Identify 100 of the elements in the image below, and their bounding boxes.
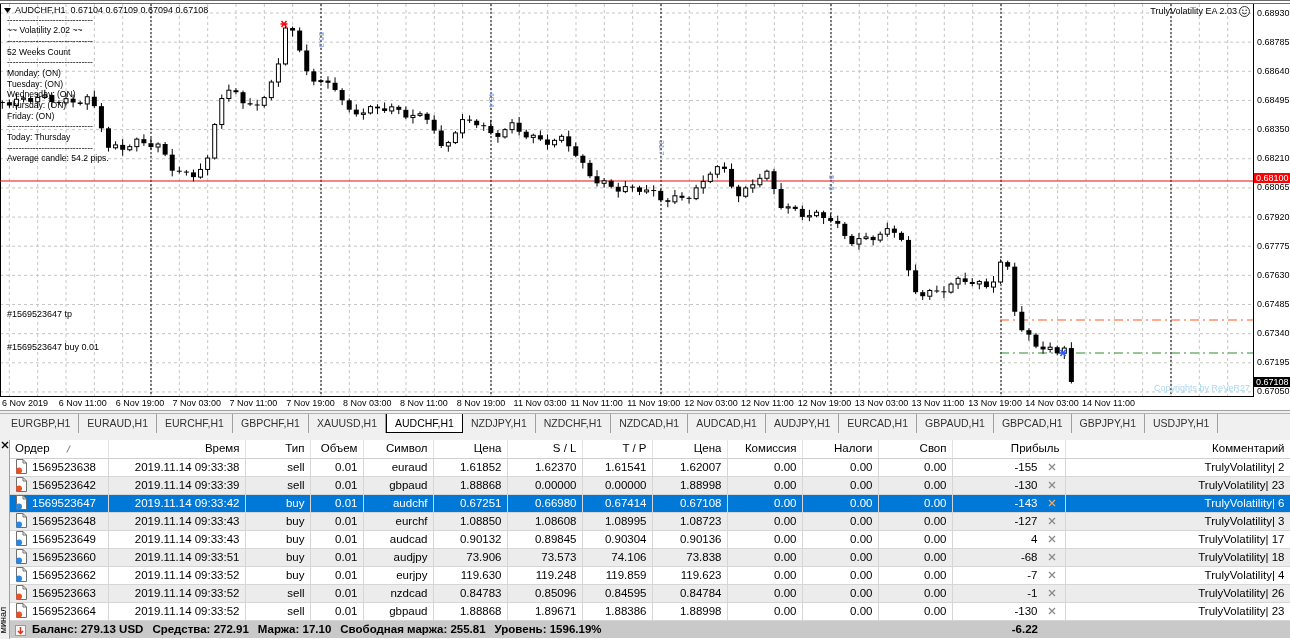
table-row[interactable]: 1569523662 2019.11.14 09:33:52 buy 0.01 eurjpy 119.630 119.248 119.859 119.623 0.00 0.00 0.00 -7 TrulyVolatility| 4	[10, 566, 1290, 584]
table-cell: sell	[245, 602, 310, 620]
column-header[interactable]: S / L	[507, 440, 582, 458]
table-row[interactable]: 1569523648 2019.11.14 09:33:43 buy 0.01 eurchf 1.08850 1.08608 1.08995 1.08723 0.00 0.00 0.00 -127 TrulyVolatility| 3	[10, 512, 1290, 530]
table-cell: 1.62007	[652, 458, 727, 476]
price-label: 0.67340	[1257, 329, 1290, 339]
arrow-down-icon[interactable]	[15, 624, 26, 636]
time-label: 7 Nov 19:00	[286, 397, 336, 410]
column-header[interactable]: Объем	[310, 440, 363, 458]
indicator-text: ------------------------------	[7, 57, 94, 68]
table-cell: 1569523647	[32, 496, 96, 509]
column-header[interactable]: Комиссия	[727, 440, 802, 458]
table-cell: TrulyVolatility| 4	[1065, 566, 1290, 584]
asterisk-icon	[1058, 349, 1068, 357]
indicator-text: ------------------------------	[7, 14, 94, 26]
table-cell: 0.01	[310, 458, 363, 476]
column-header[interactable]: Время	[108, 440, 245, 458]
column-header[interactable]: Налоги	[802, 440, 878, 458]
price-marker: 0.68100	[1254, 173, 1290, 183]
table-cell: 2019.11.14 09:33:52	[108, 602, 245, 620]
time-label: 6 Nov 19:00	[115, 397, 166, 410]
table-cell: -130	[1014, 604, 1038, 617]
table-cell: 0.01	[310, 602, 363, 620]
document-icon	[15, 494, 28, 510]
order-line-label: #1569523647 buy 0.01	[7, 342, 100, 353]
table-row[interactable]: 1569523663 2019.11.14 09:33:52 sell 0.01 nzdcad 0.84783 0.85096 0.84595 0.84784 0.00 0.00 0.00 -1 TrulyVolatility| 26	[10, 584, 1290, 602]
table-cell: 0.90304	[582, 530, 652, 548]
order-line-label: #1569523647 tp	[7, 309, 73, 320]
column-header[interactable]: Цена	[652, 440, 727, 458]
indicator-text: Monday: (ON)	[7, 67, 62, 79]
column-header[interactable]: Тип	[245, 440, 310, 458]
sort-icon[interactable]	[65, 445, 71, 454]
table-cell: gbpaud	[363, 602, 433, 620]
close-icon[interactable]	[1, 441, 9, 449]
table-cell: TrulyVolatility| 2	[1065, 458, 1290, 476]
price-label: 0.67775	[1257, 241, 1290, 251]
quote-values: 0.67104 0.67109 0.67094 0.67108	[70, 5, 209, 16]
table-row[interactable]: 1569523649 2019.11.14 09:33:43 buy 0.01 audcad 0.90132 0.89845 0.90304 0.90136 0.00 0.00 0.00 4 TrulyVolatility| 17	[10, 530, 1290, 548]
table-cell: 2019.11.14 09:33:52	[108, 566, 245, 584]
time-label: 7 Nov 03:00	[172, 397, 223, 410]
indicator-text: Friday: (ON)	[7, 110, 56, 122]
table-cell: 0.90136	[652, 530, 727, 548]
summary-text: Маржа: 17.10	[257, 622, 332, 635]
table-cell: 1569523660	[32, 550, 96, 563]
column-header[interactable]: T / P	[582, 440, 652, 458]
table-cell: -7	[1027, 568, 1038, 581]
table-cell: 0.00	[802, 530, 878, 548]
time-label: 11 Nov 11:00	[570, 397, 624, 410]
summary-text: Уровень: 1596.19%	[494, 622, 602, 635]
time-label: 6 Nov 2019	[2, 397, 50, 410]
price-label: 0.67195	[1257, 358, 1290, 368]
table-cell: -130	[1014, 478, 1038, 491]
time-label: 13 Nov 11:00	[911, 397, 966, 410]
time-label: 13 Nov 19:00	[968, 397, 1023, 410]
table-cell: -143	[1014, 496, 1038, 509]
price-label: 0.68350	[1257, 125, 1290, 135]
table-cell: 0.00	[878, 458, 952, 476]
column-header[interactable]: Символ	[363, 440, 433, 458]
table-row[interactable]: 1569523660 2019.11.14 09:33:51 buy 0.01 audjpy 73.906 73.573 74.106 73.838 0.00 0.00 0.00 -68 TrulyVolatility| 18	[10, 548, 1290, 566]
table-cell: 1569523638	[32, 460, 96, 473]
table-cell: 0.01	[310, 530, 363, 548]
table-cell: 1.88868	[433, 602, 507, 620]
table-cell: -127	[1014, 514, 1038, 527]
indicator-text: ------------------------------	[7, 35, 94, 47]
table-cell: 0.00	[878, 566, 952, 584]
table-cell: 1.88998	[652, 602, 727, 620]
table-row[interactable]: 1569523664 2019.11.14 09:33:52 sell 0.01 gbpaud 1.88868 1.89671 1.88386 1.88998 0.00 0.00 0.00 -130 TrulyVolatility| 23	[10, 602, 1290, 620]
table-cell: 119.248	[507, 566, 582, 584]
document-icon	[15, 566, 28, 582]
time-label: 11 Nov 03:00	[513, 397, 568, 410]
chart-symbol: AUDCHF,H1	[15, 5, 66, 16]
document-icon	[15, 584, 28, 600]
time-label: 8 Nov 03:00	[343, 397, 393, 410]
table-row[interactable]: 1569523647 2019.11.14 09:33:42 buy 0.01 audchf 0.67251 0.66980 0.67414 0.67108 0.00 0.00 0.00 -143 TrulyVolatility| 6	[10, 494, 1290, 512]
column-header[interactable]: Цена	[433, 440, 507, 458]
price-label: 0.68065	[1257, 183, 1290, 193]
caret-icon[interactable]	[4, 8, 11, 13]
table-cell: 1.61852	[433, 458, 507, 476]
time-label: 11 Nov 19:00	[627, 397, 682, 410]
summary-text: Баланс: 279.13 USD	[32, 622, 144, 635]
panel-title: минал	[0, 606, 9, 634]
table-cell: sell	[245, 458, 310, 476]
time-label: 14 Nov 03:00	[1025, 397, 1080, 410]
indicator-text: Today: Thursday	[7, 132, 72, 143]
price-label: 0.67050	[1257, 387, 1290, 397]
table-row[interactable]: 1569523638 2019.11.14 09:33:38 sell 0.01 euraud 1.61852 1.62370 1.61541 1.62007 0.00 0.00 0.00 -155 TrulyVolatility| 2	[10, 458, 1290, 476]
table-cell: 0.00	[727, 458, 802, 476]
chart-tab[interactable]: AUDCHF,H1	[386, 414, 463, 433]
table-cell: 1569523662	[32, 568, 96, 581]
table-cell: 1569523642	[32, 478, 96, 491]
column-header[interactable]: Своп	[878, 440, 952, 458]
indicator-text: ------------------------------	[7, 121, 94, 133]
table-row[interactable]: 1569523642 2019.11.14 09:33:39 sell 0.01 gbpaud 1.88868 0.00000 0.00000 1.88998 0.00 0.00 0.00 -130 TrulyVolatility| 23	[10, 476, 1290, 494]
table-cell: 0.00	[802, 566, 878, 584]
table-cell: buy	[245, 566, 310, 584]
document-icon	[15, 602, 28, 618]
column-header[interactable]: Ордер	[15, 442, 50, 455]
table-cell: 0.01	[310, 566, 363, 584]
column-header[interactable]: Прибыль	[952, 440, 1065, 458]
column-header[interactable]: Комментарий	[1065, 440, 1290, 458]
